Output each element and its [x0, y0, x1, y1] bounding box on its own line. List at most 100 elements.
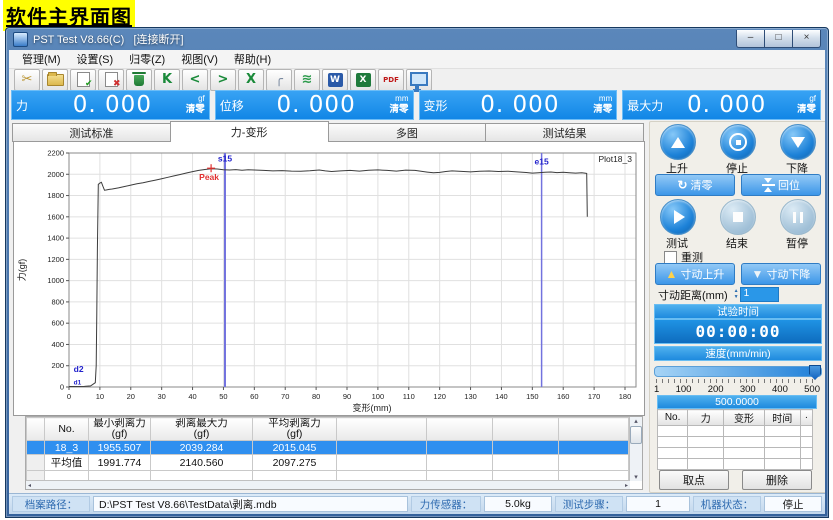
descend-button[interactable] [780, 124, 816, 160]
svg-text:100: 100 [372, 392, 385, 401]
results-row[interactable]: 18_31955.5072039.2842015.045 [27, 441, 629, 455]
status-bar: 档案路径： D:\PST Test V8.66\TestData\剥离.mdb … [9, 493, 825, 514]
force-zero-button[interactable]: 清零 [186, 104, 205, 115]
menu-zero[interactable]: 归零(Z) [121, 50, 173, 68]
test-step-value: 1 [626, 496, 690, 512]
zero-button[interactable]: ↻清零 [655, 174, 735, 196]
points-row[interactable] [658, 437, 813, 448]
menu-settings[interactable]: 设置(S) [69, 50, 122, 68]
test-time-header: 试验时间 [654, 304, 822, 319]
points-row[interactable] [658, 448, 813, 459]
jog-down-button[interactable]: ▼寸动下降 [741, 263, 821, 285]
svg-text:40: 40 [188, 392, 196, 401]
test-button[interactable] [660, 199, 696, 235]
first-record-icon[interactable]: K [154, 69, 180, 91]
jog-distance-stepper[interactable]: ▲▼ [734, 289, 739, 300]
svg-text:d2: d2 [74, 364, 84, 374]
svg-text:2200: 2200 [47, 149, 64, 158]
jog-up-arrow-icon: ▲ [666, 268, 678, 280]
results-header-row: No.最小剥离力(gf)剥离最大力(gf)平均剥离力(gf) [27, 418, 629, 441]
svg-text:10: 10 [96, 392, 104, 401]
menu-manage[interactable]: 管理(M) [14, 50, 69, 68]
jog-up-button[interactable]: ▲寸动上升 [655, 263, 735, 285]
force-sensor-label: 力传感器： [411, 496, 481, 512]
pause-button[interactable] [780, 199, 816, 235]
rise-button[interactable] [660, 124, 696, 160]
machine-state-label: 机器状态： [693, 496, 761, 512]
trash-icon[interactable] [126, 69, 152, 91]
home-button[interactable]: 回位 [741, 174, 821, 196]
last-record-icon[interactable]: X [238, 69, 264, 91]
home-icon [762, 179, 775, 191]
displacement-value: 0. 000 [250, 92, 383, 118]
pause-icon [793, 212, 803, 223]
points-row[interactable] [658, 459, 813, 470]
pdf-export-icon[interactable]: PDF [378, 69, 404, 91]
curves-icon[interactable]: ≋ [294, 69, 320, 91]
play-icon [674, 210, 685, 224]
save-check-icon[interactable]: ✔ [70, 69, 96, 91]
points-row[interactable] [658, 426, 813, 437]
maxforce-display: 最大力 0. 000 gf 清零 [622, 90, 821, 120]
open-file-icon[interactable] [42, 69, 68, 91]
jog-distance-label: 寸动距离(mm) [658, 287, 728, 303]
tab-test-results[interactable]: 测试结果 [485, 123, 644, 142]
speed-slider-thumb[interactable] [809, 365, 821, 380]
svg-text:0: 0 [67, 392, 71, 401]
end-button[interactable] [720, 199, 756, 235]
excel-export-icon[interactable]: X [350, 69, 376, 91]
speed-scale: 1100200300400500 [654, 384, 820, 395]
menu-view[interactable]: 视图(V) [173, 50, 226, 68]
results-row[interactable]: 平均值1991.7742140.5602097.275 [27, 455, 629, 471]
word-export-icon[interactable]: W [322, 69, 348, 91]
svg-text:600: 600 [51, 319, 64, 328]
maximize-button[interactable]: □ [764, 30, 793, 48]
svg-text:1000: 1000 [47, 276, 64, 285]
test-time-value: 00:00:00 [654, 319, 822, 344]
maxforce-label: 最大力 [627, 97, 663, 114]
minimize-button[interactable]: – [736, 30, 765, 48]
window-title: PST Test V8.66(C) [连接断开] [33, 31, 184, 47]
curve-icon[interactable]: ╭ [266, 69, 292, 91]
tab-test-standard[interactable]: 测试标准 [12, 123, 171, 142]
jog-distance-input[interactable]: 1 [740, 287, 779, 302]
results-vertical-scrollbar[interactable]: ▴▾ [629, 417, 642, 481]
speed-slider[interactable] [654, 366, 822, 377]
cut-icon[interactable]: ✂ [14, 69, 40, 91]
delete-file-icon[interactable]: ✖ [98, 69, 124, 91]
stop-motion-button[interactable] [720, 124, 756, 160]
svg-text:Plot18_3: Plot18_3 [598, 154, 632, 164]
deformation-zero-button[interactable]: 清零 [593, 104, 612, 115]
svg-text:30: 30 [157, 392, 165, 401]
close-button[interactable]: × [792, 30, 821, 48]
force-display: 力 0. 000 gf 清零 [11, 90, 210, 120]
points-header-row: No.力变形时间· [658, 410, 813, 426]
force-deformation-chart: 0102030405060708090100110120130140150160… [14, 142, 642, 413]
menu-help[interactable]: 帮助(H) [226, 50, 279, 68]
retest-checkbox[interactable] [664, 251, 677, 264]
tab-force-deformation[interactable]: 力-变形 [170, 121, 329, 142]
displacement-zero-button[interactable]: 清零 [389, 104, 408, 115]
prev-record-icon[interactable]: < [182, 69, 208, 91]
end-label: 结束 [717, 235, 757, 251]
delete-point-button[interactable]: 删除 [742, 470, 812, 490]
menu-bar: 管理(M) 设置(S) 归零(Z) 视图(V) 帮助(H) [9, 50, 825, 69]
svg-text:1600: 1600 [47, 212, 64, 221]
maxforce-zero-button[interactable]: 清零 [797, 104, 816, 115]
titlebar[interactable]: PST Test V8.66(C) [连接断开] – □ × [6, 28, 828, 50]
results-table-area: No.最小剥离力(gf)剥离最大力(gf)平均剥离力(gf)18_31955.5… [25, 416, 643, 490]
scrollbar-thumb[interactable] [630, 426, 642, 444]
next-record-icon[interactable]: > [210, 69, 236, 91]
results-table: No.最小剥离力(gf)剥离最大力(gf)平均剥离力(gf)18_31955.5… [26, 417, 629, 485]
svg-text:150: 150 [526, 392, 539, 401]
file-path-value: D:\PST Test V8.66\TestData\剥离.mdb [93, 496, 408, 512]
results-horizontal-scrollbar[interactable]: ◂▸ [26, 480, 630, 489]
displacement-display: 位移 0. 000 mm 清零 [215, 90, 414, 120]
take-point-button[interactable]: 取点 [659, 470, 729, 490]
deformation-label: 变形 [424, 97, 454, 114]
tab-multi-plot[interactable]: 多图 [328, 123, 487, 142]
svg-text:d1: d1 [74, 379, 82, 386]
results-header-cell [559, 418, 629, 441]
speed-header: 速度(mm/min) [654, 346, 822, 361]
monitor-icon[interactable] [406, 69, 432, 91]
